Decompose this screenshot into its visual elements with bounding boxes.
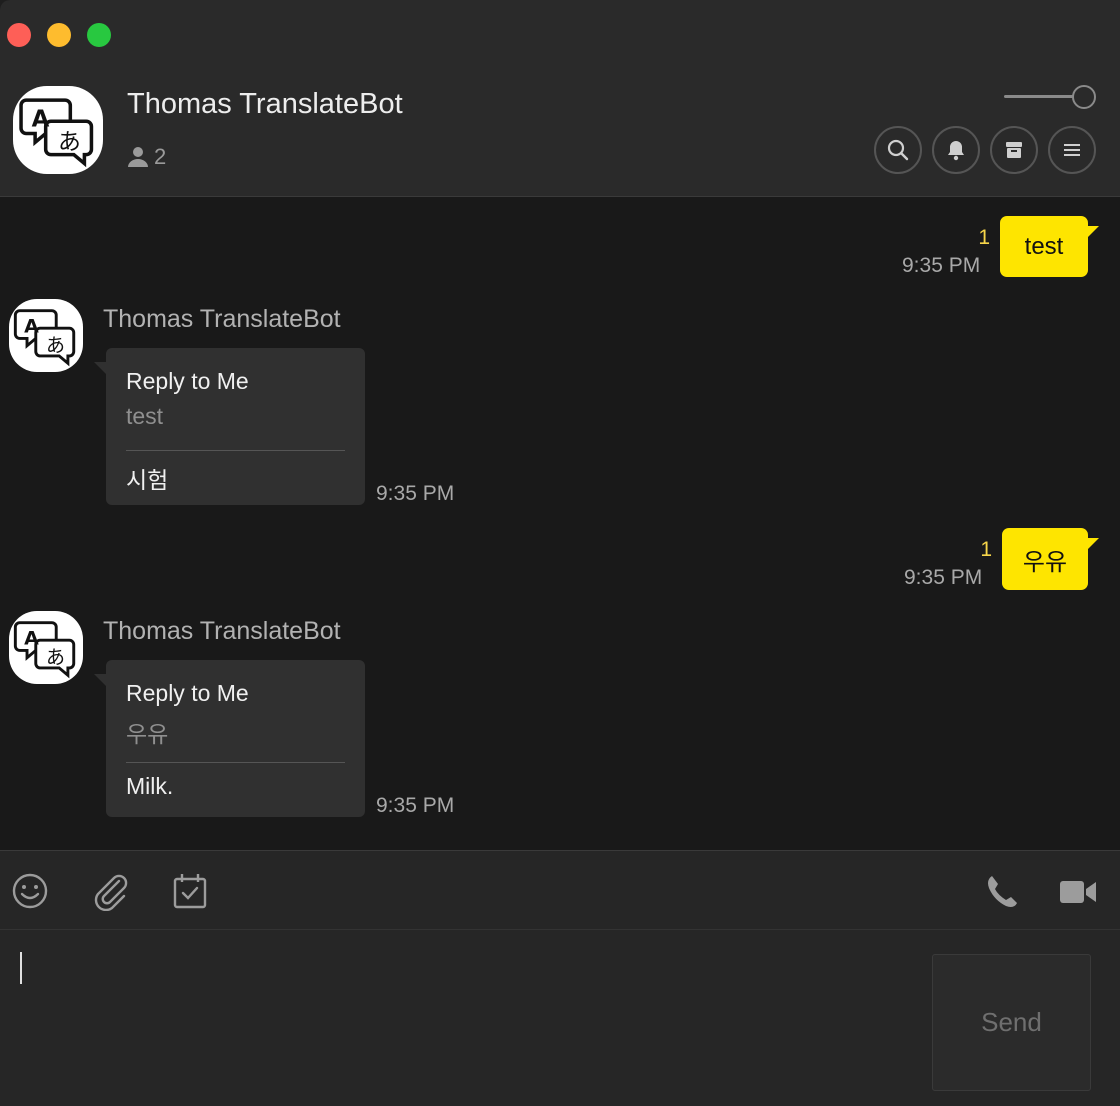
translate-icon: A あ [19,98,94,168]
send-button[interactable]: Send [932,954,1091,1091]
zoom-window-button[interactable] [87,23,111,47]
message-time: 9:35 PM [902,254,981,277]
original-text: 우유 [126,721,169,747]
video-icon [1060,881,1096,903]
translate-icon: A あ [13,621,76,679]
chat-avatar[interactable]: A あ [13,86,103,174]
translated-text: 시험 [126,467,169,493]
sender-name: Thomas TranslateBot [103,305,341,333]
close-window-button[interactable] [7,23,31,47]
card-divider [126,450,345,451]
slider-track [1004,95,1076,98]
message-list[interactable]: 1 9:35 PM test A あ Thomas TranslateBot R… [0,198,1120,850]
phone-icon [988,876,1017,907]
chat-header: A あ Thomas TranslateBot 2 [0,0,1120,197]
sender-name: Thomas TranslateBot [103,617,341,645]
emoji-icon [12,873,48,909]
drawer-button[interactable] [990,126,1038,174]
chat-title: Thomas TranslateBot [127,88,403,120]
chat-window: A あ Thomas TranslateBot 2 1 9:35 PM test… [0,0,1120,1106]
text-caret [20,952,22,984]
card-title: Reply to Me [126,368,249,394]
svg-text:あ: あ [46,647,65,669]
voice-call-button[interactable] [982,871,1022,911]
message-input[interactable] [18,950,908,1090]
original-text: test [126,403,164,429]
message-time: 9:35 PM [904,566,983,589]
schedule-button[interactable] [170,871,210,911]
calendar-icon [173,874,207,909]
svg-text:A: A [24,316,39,338]
opacity-slider[interactable] [1004,85,1096,109]
video-call-button[interactable] [1058,871,1098,911]
composer-toolbar [0,850,1120,930]
translation-card[interactable]: Reply to Me test 시험 [94,348,365,505]
composer: Send [0,930,1120,1106]
my-message-bubble[interactable]: 우유 [1002,528,1099,590]
emoji-button[interactable] [10,871,50,911]
minimize-window-button[interactable] [47,23,71,47]
translated-text: Milk. [126,773,174,799]
bot-avatar[interactable]: A あ [9,611,83,684]
search-button[interactable] [874,126,922,174]
notifications-button[interactable] [932,126,980,174]
svg-text:あ: あ [58,129,81,155]
svg-text:A: A [24,628,39,650]
read-count: 1 [980,538,992,561]
attach-button[interactable] [89,871,129,912]
translation-card[interactable]: Reply to Me 우유 Milk. [94,660,365,817]
my-message-bubble[interactable]: test [1000,216,1099,277]
menu-button[interactable] [1048,126,1096,174]
card-title: Reply to Me [126,680,249,706]
card-divider [126,762,345,763]
member-count-value: 2 [154,144,167,169]
archive-icon [1006,142,1022,158]
person-icon [128,147,148,167]
read-count: 1 [978,226,990,249]
message-time: 9:35 PM [376,482,455,505]
attachment-icon [94,874,128,912]
slider-knob[interactable] [1072,85,1096,109]
bot-avatar[interactable]: A あ [9,299,83,372]
svg-text:A: A [32,106,50,132]
bell-icon [948,141,964,161]
window-controls [7,23,111,47]
message-time: 9:35 PM [376,794,455,817]
svg-text:あ: あ [46,335,65,357]
search-icon [887,139,909,161]
translate-icon: A あ [13,309,76,367]
menu-icon [1064,144,1080,156]
member-count[interactable]: 2 [128,144,166,170]
